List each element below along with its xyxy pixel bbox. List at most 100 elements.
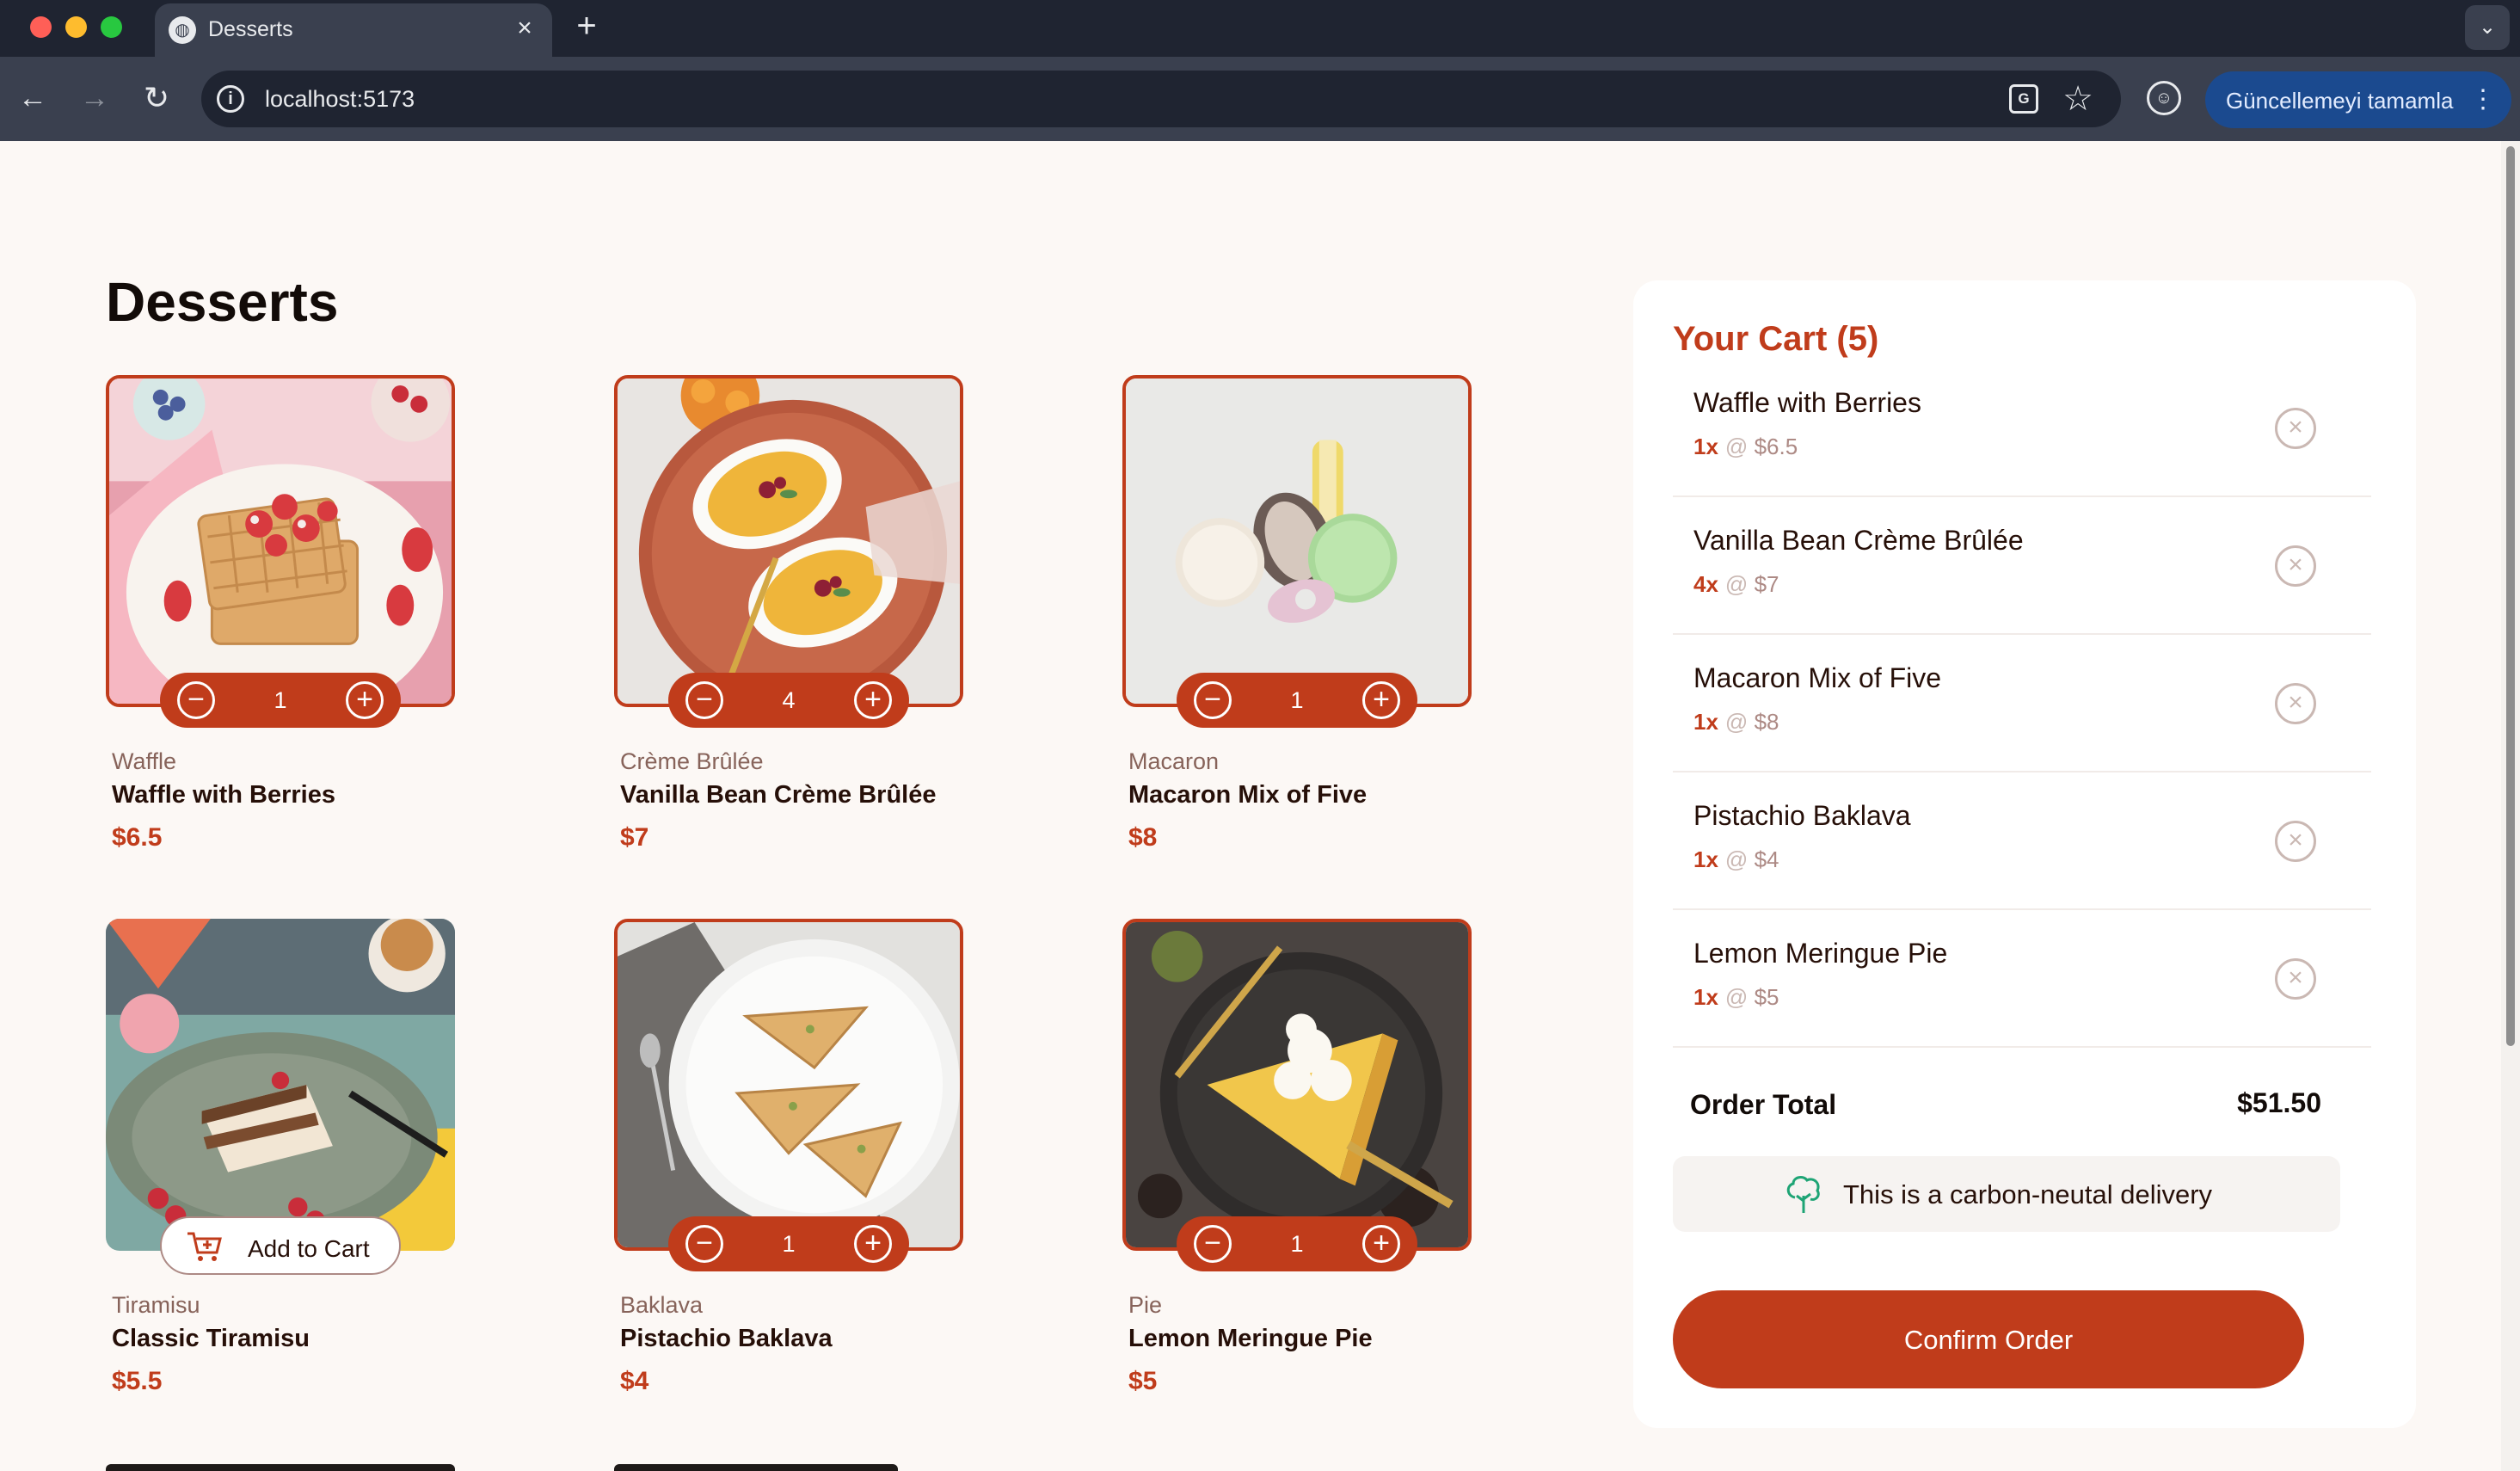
product-card-macaron: − 1 + Macaron Macaron Mix of Five $8 (1122, 375, 1472, 908)
remove-item-icon[interactable]: × (2275, 683, 2316, 724)
site-info-icon[interactable]: i (217, 85, 244, 113)
cart-item-unit-price: $5 (1754, 984, 1779, 1010)
browser-tab-bar: ◍ Desserts × + ⌄ (0, 0, 2520, 57)
product-card-peek (106, 1464, 455, 1471)
decrement-quantity-button[interactable]: − (685, 1225, 723, 1263)
decrement-quantity-button[interactable]: − (685, 681, 723, 719)
window-zoom-button[interactable] (101, 16, 122, 38)
product-category: Macaron (1128, 748, 1220, 774)
page-scrollbar[interactable] (2501, 141, 2520, 1471)
cart-panel: Your Cart (5) Waffle with Berries 1x @ $6… (1633, 280, 2416, 1428)
product-category: Waffle (112, 748, 177, 774)
decrement-quantity-button[interactable]: − (177, 681, 215, 719)
product-category: Pie (1128, 1292, 1163, 1318)
decrement-quantity-button[interactable]: − (1194, 681, 1232, 719)
update-button[interactable]: Güncellemeyi tamamla ⋮ (2205, 71, 2511, 128)
product-name: Lemon Meringue Pie (1128, 1325, 1373, 1352)
cart-item-unit-price: $8 (1754, 709, 1779, 735)
quantity-control: − 4 + (668, 673, 909, 728)
confirm-order-button[interactable]: Confirm Order (1673, 1290, 2304, 1388)
quantity-control: − 1 + (668, 1216, 909, 1271)
new-tab-icon[interactable]: + (569, 6, 604, 46)
reload-icon[interactable]: ↻ (136, 77, 177, 119)
cart-item-at: @ (1724, 984, 1749, 1010)
product-card-pie: − 1 + Pie Lemon Meringue Pie $5 (1122, 919, 1472, 1452)
tab-title: Desserts (208, 17, 293, 41)
product-price: $8 (1128, 823, 1158, 852)
quantity-control: − 1 + (160, 673, 401, 728)
cart-item-unit-price: $4 (1754, 846, 1779, 872)
order-total-label: Order Total (1690, 1089, 1837, 1120)
address-bar[interactable]: i localhost:5173 G ☆ (201, 71, 2121, 127)
product-name: Waffle with Berries (112, 781, 335, 809)
globe-icon: ◍ (169, 16, 196, 44)
add-to-cart-button[interactable]: Add to Cart (160, 1216, 401, 1275)
translate-icon[interactable]: G (2009, 84, 2038, 114)
update-button-label: Güncellemeyi tamamla (2226, 88, 2454, 114)
quantity-control: − 1 + (1177, 1216, 1417, 1271)
product-image-baklava (614, 919, 963, 1251)
profile-icon[interactable]: ☺ (2147, 81, 2181, 115)
product-card-creme-brulee: − 4 + Crème Brûlée Vanilla Bean Crème Br… (614, 375, 963, 908)
browser-tab-active[interactable]: ◍ Desserts × (155, 3, 552, 57)
remove-item-icon[interactable]: × (2275, 821, 2316, 862)
confirm-order-label: Confirm Order (1903, 1325, 2074, 1355)
cart-item: Waffle with Berries 1x @ $6.5 × (1673, 360, 2371, 497)
cart-item-quantity: 1x (1693, 984, 1718, 1010)
increment-quantity-button[interactable]: + (1362, 681, 1400, 719)
quantity-value: 1 (1290, 687, 1304, 713)
quantity-value: 1 (274, 687, 287, 713)
tab-search-chevron-icon[interactable]: ⌄ (2465, 5, 2510, 50)
cart-item-name: Waffle with Berries (1693, 387, 1921, 418)
decrement-quantity-button[interactable]: − (1194, 1225, 1232, 1263)
cart-item-detail: 4x @ $7 (1693, 571, 1779, 598)
forward-arrow-icon[interactable]: → (74, 77, 115, 119)
product-image-pie (1122, 919, 1472, 1251)
product-category: Crème Brûlée (620, 748, 764, 774)
remove-item-icon[interactable]: × (2275, 958, 2316, 1000)
remove-item-icon[interactable]: × (2275, 408, 2316, 449)
back-arrow-icon[interactable]: ← (12, 77, 53, 119)
product-price: $5 (1128, 1367, 1158, 1395)
cart-item-name: Vanilla Bean Crème Brûlée (1693, 525, 2024, 556)
url-text[interactable]: localhost:5173 (265, 86, 415, 113)
cart-item-detail: 1x @ $4 (1693, 846, 1779, 873)
cart-title: Your Cart (5) (1673, 320, 1879, 358)
product-name: Pistachio Baklava (620, 1325, 833, 1352)
increment-quantity-button[interactable]: + (346, 681, 384, 719)
product-card-waffle: − 1 + Waffle Waffle with Berries $6.5 (106, 375, 455, 908)
cart-item-at: @ (1724, 571, 1749, 597)
scrollbar-thumb[interactable] (2506, 146, 2515, 1046)
cart-item-name: Pistachio Baklava (1693, 800, 1911, 831)
add-to-cart-label: Add to Cart (248, 1235, 370, 1262)
page-content: Desserts − 1 + Waffle Waffle with Berrie… (0, 141, 2520, 1471)
window-minimize-button[interactable] (65, 16, 87, 38)
increment-quantity-button[interactable]: + (854, 681, 892, 719)
carbon-neutral-notice: This is a carbon-neutal delivery (1673, 1156, 2340, 1232)
cart-item-at: @ (1724, 434, 1749, 459)
cart-item-detail: 1x @ $6.5 (1693, 434, 1798, 460)
cart-item-detail: 1x @ $8 (1693, 709, 1779, 736)
cart-item-quantity: 1x (1693, 434, 1718, 459)
order-total-value: $51.50 (2237, 1087, 2321, 1118)
product-image-creme-brulee (614, 375, 963, 707)
cart-item-name: Macaron Mix of Five (1693, 662, 1942, 693)
product-category: Tiramisu (112, 1292, 200, 1318)
tab-close-icon[interactable]: × (509, 13, 540, 44)
cart-item-detail: 1x @ $5 (1693, 984, 1779, 1011)
increment-quantity-button[interactable]: + (1362, 1225, 1400, 1263)
cart-item-quantity: 4x (1693, 571, 1718, 597)
carbon-neutral-text: This is a carbon-neutal delivery (1843, 1179, 2213, 1209)
cart-item-unit-price: $6.5 (1754, 434, 1798, 459)
bookmark-star-icon[interactable]: ☆ (2062, 78, 2093, 120)
window-close-button[interactable] (30, 16, 52, 38)
cart-item: Macaron Mix of Five 1x @ $8 × (1673, 635, 2371, 772)
kebab-menu-icon[interactable]: ⋮ (2470, 83, 2496, 117)
increment-quantity-button[interactable]: + (854, 1225, 892, 1263)
cart-item-at: @ (1724, 709, 1749, 735)
quantity-control: − 1 + (1177, 673, 1417, 728)
product-image-macaron (1122, 375, 1472, 707)
remove-item-icon[interactable]: × (2275, 545, 2316, 587)
page-title: Desserts (106, 271, 339, 333)
product-card-peek (614, 1464, 898, 1471)
